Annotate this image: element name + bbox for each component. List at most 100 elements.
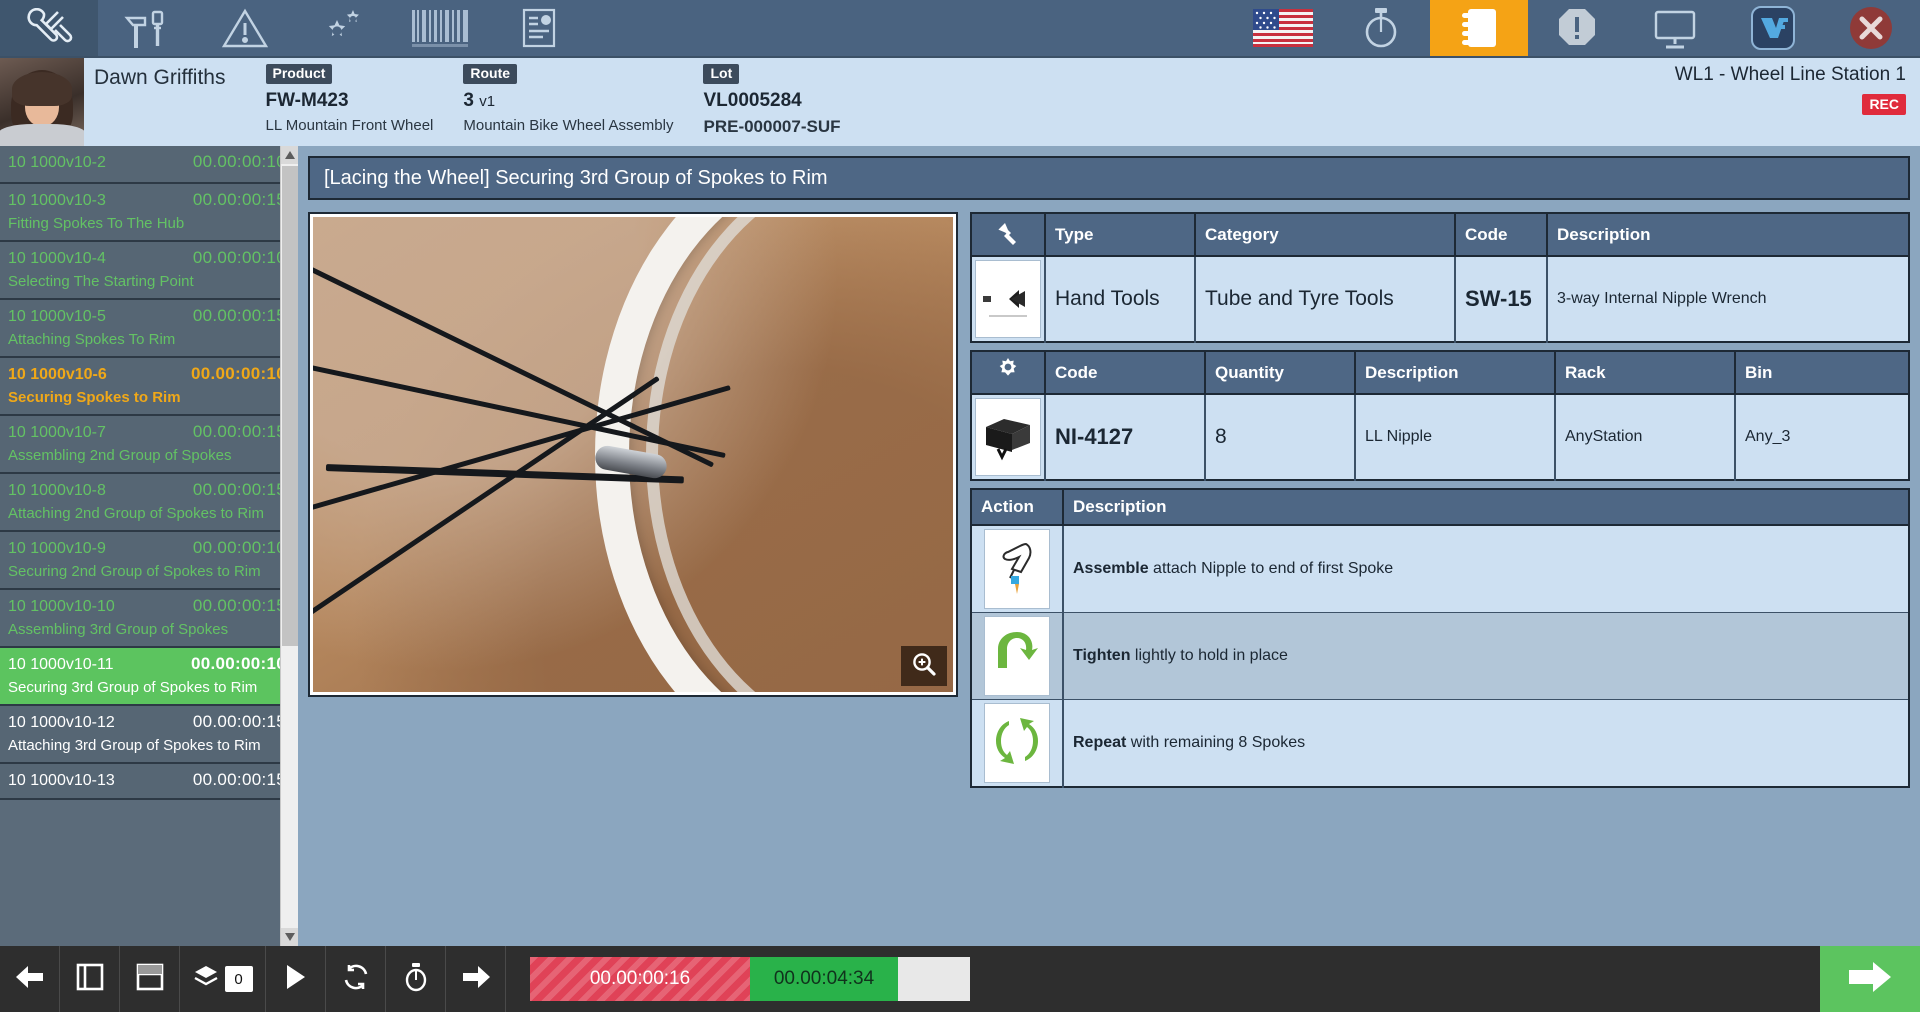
toolbar-button-timer[interactable]: [1332, 0, 1430, 56]
refresh-icon: [341, 962, 371, 997]
steps-sidebar: 10 1000v10-2 00.00:00:10 10 1000v10-3 00…: [0, 146, 298, 946]
step-item[interactable]: 10 1000v10-3 00.00:00:15 Fitting Spokes …: [0, 184, 298, 242]
step-item[interactable]: 10 1000v10-8 00.00:00:15 Attaching 2nd G…: [0, 474, 298, 532]
toolbar-button-warning[interactable]: [196, 0, 294, 56]
step-item[interactable]: 10 1000v10-9 00.00:00:10 Securing 2nd Gr…: [0, 532, 298, 590]
step-item[interactable]: 10 1000v10-4 00.00:00:10 Selecting The S…: [0, 242, 298, 300]
timeline-elapsed: 00.00:00:16: [530, 957, 750, 1001]
bottom-button-layers[interactable]: 0: [180, 946, 266, 1012]
stopwatch-icon: [1359, 5, 1403, 51]
toolbar-button-certificate[interactable]: [490, 0, 588, 56]
barcode-icon: [410, 6, 472, 50]
step-item[interactable]: 10 1000v10-7 00.00:00:15 Assembling 2nd …: [0, 416, 298, 474]
tools-col-category: Category: [1195, 213, 1456, 257]
step-item-current[interactable]: 10 1000v10-11 00.00:00:10 Securing 3rd G…: [0, 648, 298, 706]
photo-zoom-button[interactable]: [901, 646, 947, 686]
parts-table: Code Quantity Description Rack Bin NI-41…: [970, 350, 1910, 481]
main-panel: [Lacing the Wheel] Securing 3rd Group of…: [298, 146, 1920, 946]
action-description: Repeat with remaining 8 Spokes: [1063, 699, 1909, 788]
actions-col-description: Description: [1063, 489, 1909, 526]
parts-col-code: Code: [1045, 351, 1206, 395]
bottom-spacer: [970, 946, 1820, 1012]
table-row[interactable]: Assemble attach Nipple to end of first S…: [971, 525, 1909, 613]
instruction-photo[interactable]: [308, 212, 958, 697]
parts-col-quantity: Quantity: [1205, 351, 1356, 395]
route-description: Mountain Bike Wheel Assembly: [463, 117, 674, 135]
toolbar-button-language[interactable]: [1234, 0, 1332, 56]
table-row[interactable]: NI-4127 8 LL Nipple AnyStation Any_3: [971, 394, 1909, 481]
toolbar-button-app-logo[interactable]: [1724, 0, 1822, 56]
bottom-button-refresh[interactable]: [326, 946, 386, 1012]
step-item[interactable]: 10 1000v10-10 00.00:00:15 Assembling 3rd…: [0, 590, 298, 648]
bottom-button-forward[interactable]: [446, 946, 506, 1012]
content-row: Type Category Code Description Hand Tool…: [308, 212, 1910, 795]
step-time: 00.00:00:10: [191, 654, 286, 673]
part-description: LL Nipple: [1355, 394, 1556, 481]
part-quantity: 8: [1205, 394, 1356, 481]
toolbar-button-tools-wrench-screwdriver[interactable]: [0, 0, 98, 56]
step-item[interactable]: 10 1000v10-12 00.00:00:15 Attaching 3rd …: [0, 706, 298, 764]
table-row[interactable]: Repeat with remaining 8 Spokes: [971, 699, 1909, 788]
station-label: WL1 - Wheel Line Station 1: [1674, 64, 1906, 85]
context-header: Dawn Griffiths Product FW-M423 LL Mounta…: [0, 58, 1920, 146]
bottom-button-panel-single[interactable]: [60, 946, 120, 1012]
steps-list: 10 1000v10-2 00.00:00:10 10 1000v10-3 00…: [0, 146, 298, 800]
table-row[interactable]: Hand Tools Tube and Tyre Tools SW-15 3-w…: [971, 256, 1909, 343]
header-right: WL1 - Wheel Line Station 1 REC: [1675, 64, 1906, 115]
route-tag: Route: [463, 64, 518, 85]
action-icon-cell: [971, 525, 1064, 613]
scrollbar-thumb[interactable]: [282, 166, 298, 646]
action-text: lightly to hold in place: [1130, 647, 1288, 664]
step-time: 00.00:00:10: [192, 248, 286, 267]
notebook-icon: [1458, 5, 1500, 51]
octagon-exclamation-icon: [1555, 6, 1599, 50]
tool-category: Tube and Tyre Tools: [1195, 256, 1456, 343]
action-description: Tighten lightly to hold in place: [1063, 612, 1909, 700]
page-title: [Lacing the Wheel] Securing 3rd Group of…: [324, 166, 828, 189]
magnifier-plus-icon: [911, 651, 937, 682]
bottom-button-back[interactable]: [0, 946, 60, 1012]
step-item[interactable]: 10 1000v10-5 00.00:00:15 Attaching Spoke…: [0, 300, 298, 358]
stopwatch-icon: [403, 962, 429, 997]
rec-badge: REC: [1862, 94, 1906, 115]
step-item[interactable]: 10 1000v10-13 00.00:00:15: [0, 764, 298, 800]
bottom-button-play[interactable]: [266, 946, 326, 1012]
step-label: Assembling 2nd Group of Spokes: [8, 447, 232, 464]
tool-type: Hand Tools: [1045, 256, 1196, 343]
wrench-icon: [995, 223, 1021, 249]
toolbar-button-issue[interactable]: [1528, 0, 1626, 56]
step-time: 00.00:00:15: [192, 480, 286, 499]
table-header-row: Type Category Code Description: [971, 213, 1909, 257]
lot-value: VL0005284: [703, 90, 802, 112]
table-row[interactable]: Tighten lightly to hold in place: [971, 612, 1909, 700]
toolbar-button-settings[interactable]: [294, 0, 392, 56]
toolbar-button-close[interactable]: [1822, 0, 1920, 56]
layers-count: 0: [224, 966, 253, 992]
lot-serial: PRE-000007-SUF: [703, 117, 841, 137]
parts-col-bin: Bin: [1735, 351, 1909, 395]
part-bin: Any_3: [1735, 394, 1909, 481]
scroll-up-arrow-icon[interactable]: [281, 146, 298, 164]
actions-table: Action Description Assemble attach Nippl…: [970, 488, 1910, 788]
step-time: 00.00:00:15: [192, 770, 286, 789]
timeline[interactable]: 00.00:00:16 00.00:04:34: [530, 957, 970, 1001]
toolbar-button-display[interactable]: [1626, 0, 1724, 56]
action-verb: Repeat: [1073, 734, 1127, 751]
actions-col-action: Action: [971, 489, 1064, 526]
step-label: Securing Spokes to Rim: [8, 389, 181, 406]
step-item[interactable]: 10 1000v10-6 00.00:00:10 Securing Spokes…: [0, 358, 298, 416]
timeline-total: 00.00:04:34: [750, 957, 898, 1001]
scroll-down-arrow-icon[interactable]: [281, 928, 298, 946]
bottom-button-timer[interactable]: [386, 946, 446, 1012]
sidebar-scrollbar[interactable]: [280, 146, 298, 946]
toolbar-button-hammer-screwdriver[interactable]: [98, 0, 196, 56]
toolbar-button-notebook[interactable]: [1430, 0, 1528, 56]
table-header-row: Action Description: [971, 489, 1909, 526]
rotate-arrow-icon: [993, 626, 1041, 687]
toolbar-button-barcode[interactable]: [392, 0, 490, 56]
next-step-button[interactable]: [1820, 946, 1920, 1012]
step-item[interactable]: 10 1000v10-2 00.00:00:10: [0, 146, 298, 184]
step-label: Assembling 3rd Group of Spokes: [8, 621, 229, 638]
timeline-remaining: [898, 957, 970, 1001]
bottom-button-panel-split[interactable]: [120, 946, 180, 1012]
